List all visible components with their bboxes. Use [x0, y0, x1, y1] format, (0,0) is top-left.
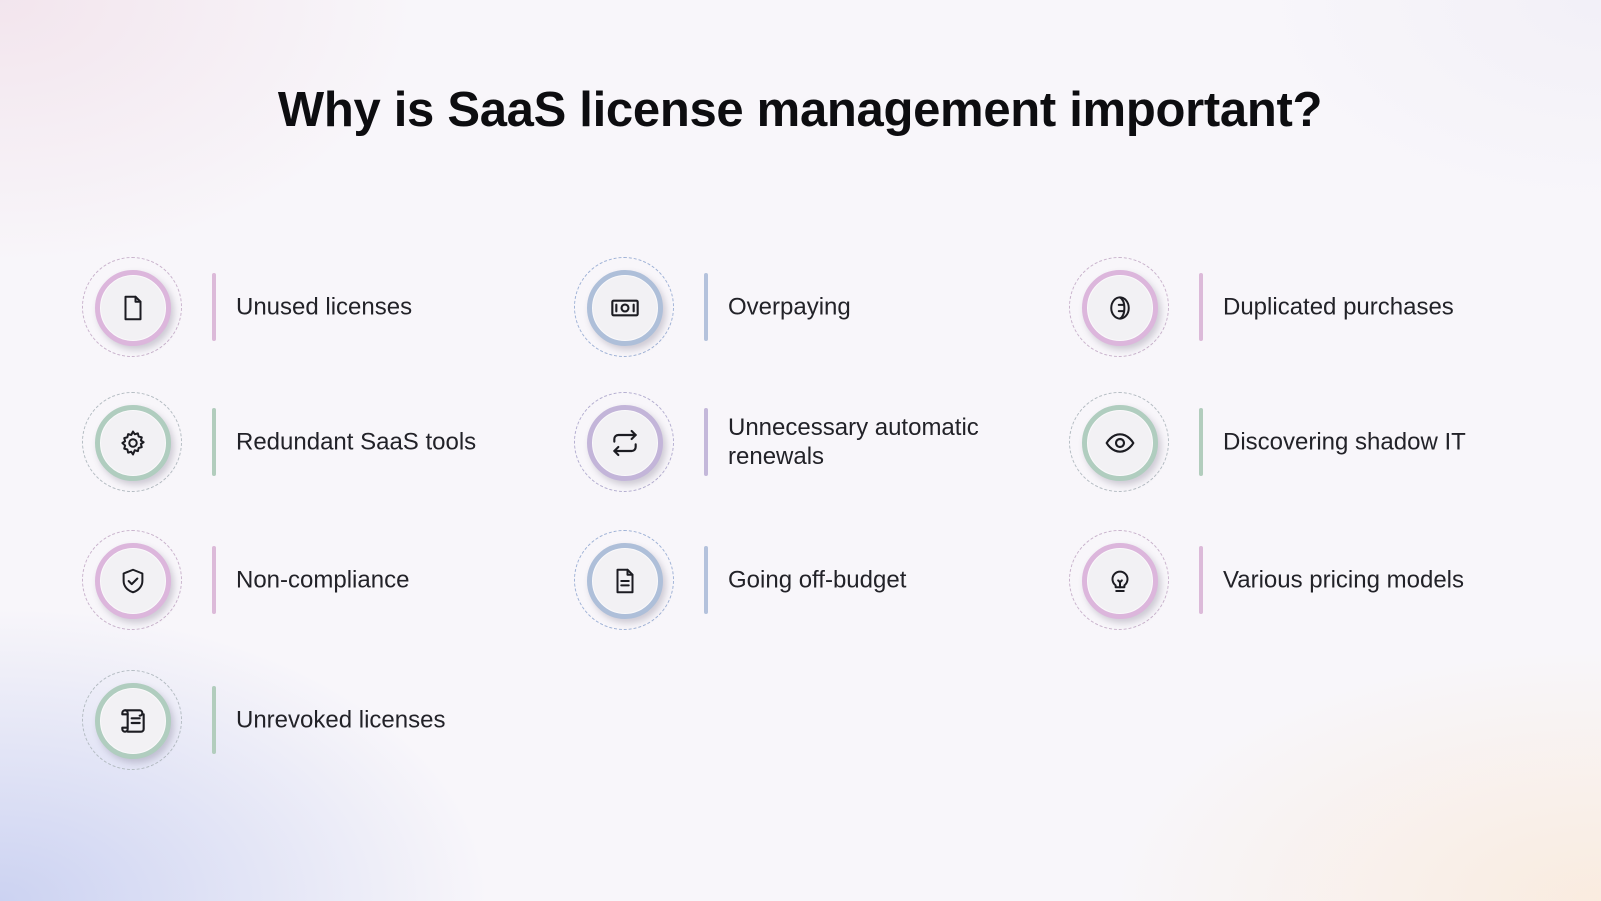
divider-bar	[212, 546, 216, 614]
icon-disc	[587, 405, 663, 481]
icon-ring	[82, 257, 182, 357]
icon-disc	[1082, 543, 1158, 619]
file-text-icon	[616, 568, 634, 594]
icon-disc	[587, 270, 663, 346]
icon-disc	[95, 405, 171, 481]
scroll-icon	[121, 709, 145, 733]
divider-bar	[212, 686, 216, 754]
eye-icon	[1105, 433, 1135, 453]
item-non-compliance: Non-compliance	[82, 530, 562, 634]
divider-bar	[212, 408, 216, 476]
icon-disc	[1082, 270, 1158, 346]
item-label: Discovering shadow IT	[1223, 428, 1466, 456]
document-icon	[124, 295, 142, 321]
divider-bar	[1199, 546, 1203, 614]
repeat-icon	[613, 429, 637, 457]
item-label: Unnecessary automatic renewals	[728, 414, 979, 470]
icon-disc	[95, 543, 171, 619]
icon-disc	[587, 543, 663, 619]
icon-ring	[574, 530, 674, 630]
item-unrevoked-licenses: Unrevoked licenses	[82, 670, 562, 774]
lightbulb-icon	[1111, 570, 1129, 592]
item-overpaying: Overpaying	[574, 257, 1054, 361]
item-redundant-saas-tools: Redundant SaaS tools	[82, 392, 562, 496]
icon-ring	[82, 670, 182, 770]
icon-disc	[95, 683, 171, 759]
shield-check-icon	[122, 568, 144, 594]
item-label: Non-compliance	[236, 566, 410, 594]
item-label: Unrevoked licenses	[236, 706, 446, 734]
item-going-off-budget: Going off-budget	[574, 530, 1054, 634]
item-duplicated-purchases: Duplicated purchases	[1069, 257, 1549, 361]
divider-bar	[212, 273, 216, 341]
divider-bar	[704, 273, 708, 341]
divider-bar	[704, 408, 708, 476]
icon-ring	[1069, 530, 1169, 630]
coin-icon	[1110, 296, 1130, 320]
item-label: Overpaying	[728, 293, 851, 321]
icon-ring	[82, 530, 182, 630]
icon-disc	[95, 270, 171, 346]
icon-ring	[82, 392, 182, 492]
divider-bar	[1199, 408, 1203, 476]
item-unused-licenses: Unused licenses	[82, 257, 562, 361]
banknote-icon	[611, 299, 639, 317]
icon-ring	[1069, 257, 1169, 357]
item-label: Going off-budget	[728, 566, 907, 594]
item-label: Duplicated purchases	[1223, 293, 1454, 321]
gear-icon	[121, 430, 145, 456]
icon-ring	[574, 392, 674, 492]
item-label: Redundant SaaS tools	[236, 428, 477, 456]
icon-disc	[1082, 405, 1158, 481]
item-label: Various pricing models	[1223, 566, 1464, 594]
item-label: Unused licenses	[236, 293, 413, 321]
divider-bar	[704, 546, 708, 614]
divider-bar	[1199, 273, 1203, 341]
item-unnecessary-automatic-renewals: Unnecessary automatic renewals	[574, 392, 1054, 496]
item-discovering-shadow-it: Discovering shadow IT	[1069, 392, 1549, 496]
icon-ring	[574, 257, 674, 357]
item-various-pricing-models: Various pricing models	[1069, 530, 1549, 634]
page-title: Why is SaaS license management important…	[277, 83, 1323, 137]
icon-ring	[1069, 392, 1169, 492]
